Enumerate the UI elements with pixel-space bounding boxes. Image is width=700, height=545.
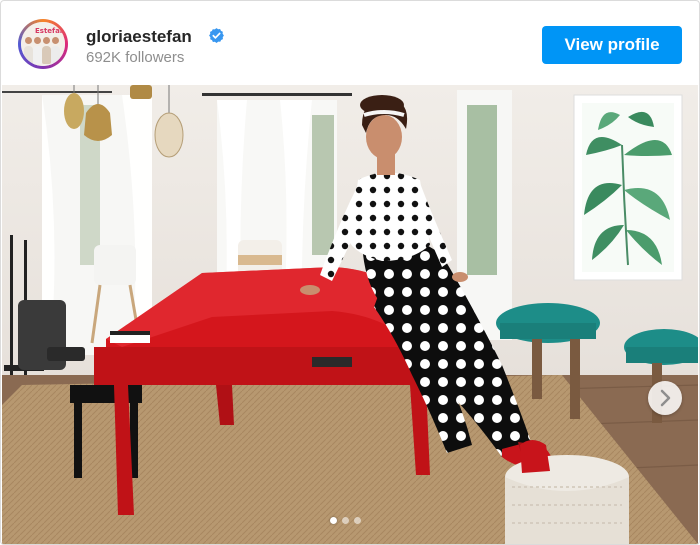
username-link[interactable]: gloriaestefan bbox=[86, 27, 192, 47]
carousel-dot[interactable] bbox=[354, 517, 361, 524]
followers-count: 692K followers bbox=[86, 49, 185, 66]
verified-badge-icon bbox=[209, 28, 224, 43]
carousel-next-button[interactable] bbox=[648, 381, 682, 415]
photo-illustration bbox=[2, 85, 698, 544]
post-photo[interactable] bbox=[2, 85, 698, 544]
profile-avatar[interactable]: Estefan bbox=[18, 19, 68, 69]
instagram-embed-card: Estefan gloriaestefan 692K followers Vie… bbox=[0, 0, 700, 545]
carousel-dot[interactable] bbox=[330, 517, 337, 524]
chevron-right-icon bbox=[660, 389, 671, 407]
post-header: Estefan gloriaestefan 692K followers Vie… bbox=[1, 1, 699, 85]
avatar-logo-text: Estefan bbox=[35, 27, 65, 35]
avatar-image: Estefan bbox=[21, 22, 65, 66]
view-profile-button[interactable]: View profile bbox=[542, 26, 682, 64]
carousel-dot[interactable] bbox=[342, 517, 349, 524]
